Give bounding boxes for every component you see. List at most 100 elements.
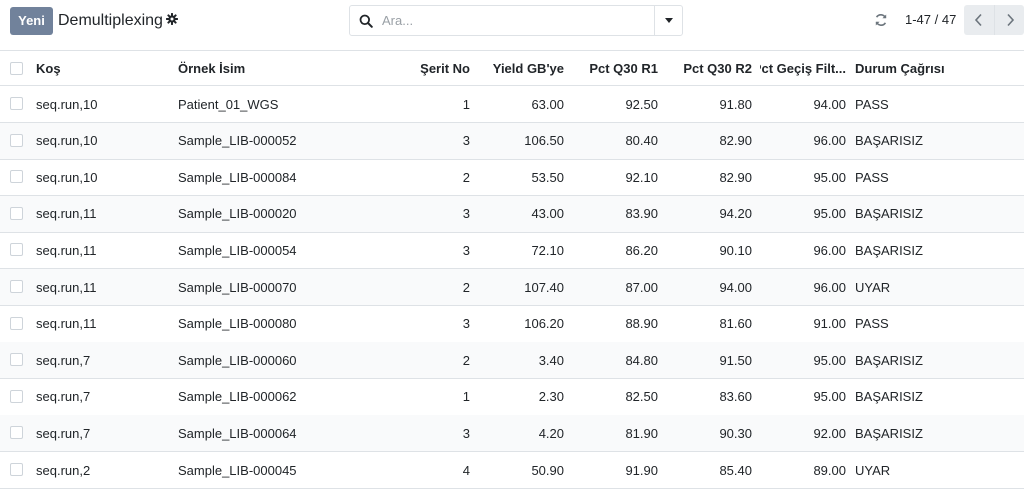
cell-sample: Patient_01_WGS bbox=[178, 96, 279, 112]
search-input[interactable] bbox=[382, 7, 652, 34]
cell-status: BAŞARISIZ bbox=[855, 206, 923, 222]
cell-yield: 106.20 bbox=[524, 316, 564, 332]
cell-yield: 2.30 bbox=[538, 389, 564, 405]
column-header-sample[interactable]: Örnek İsim bbox=[178, 51, 378, 85]
cell-q30-r2: 94.00 bbox=[719, 279, 752, 295]
column-header-pass-filter[interactable]: Pct Geçiş Filt... bbox=[760, 51, 846, 85]
pager-value[interactable]: 1-47 / 47 bbox=[905, 12, 956, 28]
cell-q30-r1: 92.10 bbox=[625, 169, 658, 185]
cell-q30-r1: 80.40 bbox=[625, 133, 658, 149]
cell-q30-r2: 82.90 bbox=[719, 133, 752, 149]
column-header-q30-r2[interactable]: Pct Q30 R2 bbox=[668, 51, 752, 85]
cell-status: BAŞARISIZ bbox=[855, 425, 923, 441]
cell-sample: Sample_LIB-000045 bbox=[178, 462, 297, 478]
row-checkbox[interactable] bbox=[10, 353, 23, 367]
cell-pf: 89.00 bbox=[813, 462, 846, 478]
cell-status: BAŞARISIZ bbox=[855, 133, 923, 149]
pager-next-button[interactable] bbox=[994, 5, 1024, 35]
page-title: Demultiplexing bbox=[58, 12, 163, 29]
cell-q30-r1: 87.00 bbox=[625, 279, 658, 295]
cell-q30-r2: 94.20 bbox=[719, 206, 752, 222]
table-row[interactable]: seq.run,10 Sample_LIB-000052 3 106.50 80.40 8… bbox=[0, 122, 1024, 160]
cell-lane: 3 bbox=[462, 206, 470, 222]
column-header-q30-r1[interactable]: Pct Q30 R1 bbox=[574, 51, 658, 85]
cell-pf: 92.00 bbox=[813, 425, 846, 441]
table-row[interactable]: seq.run,11 Sample_LIB-000080 3 106.20 88.90 8… bbox=[0, 306, 1024, 343]
new-button[interactable]: Yeni bbox=[10, 7, 53, 35]
table-row[interactable]: seq.run,7 Sample_LIB-000064 3 4.20 81.90 90.3… bbox=[0, 415, 1024, 453]
cell-pf: 95.00 bbox=[813, 169, 846, 185]
cell-q30-r1: 81.90 bbox=[625, 425, 658, 441]
cell-q30-r1: 83.90 bbox=[625, 206, 658, 222]
cell-q30-r1: 88.90 bbox=[625, 316, 658, 332]
cell-q30-r2: 81.60 bbox=[719, 316, 752, 332]
gear-icon[interactable] bbox=[166, 13, 178, 25]
cell-pf: 91.00 bbox=[813, 316, 846, 332]
row-checkbox[interactable] bbox=[10, 316, 23, 330]
table-row[interactable]: seq.run,11 Sample_LIB-000070 2 107.40 87.00 9… bbox=[0, 269, 1024, 306]
chevron-right-icon bbox=[1007, 13, 1015, 27]
cell-pf: 96.00 bbox=[813, 279, 846, 295]
row-checkbox[interactable] bbox=[10, 206, 23, 220]
cell-run: seq.run,7 bbox=[36, 389, 91, 405]
column-header-yield[interactable]: Yield GB'ye bbox=[480, 51, 564, 85]
table-row[interactable]: seq.run,10 Sample_LIB-000084 2 53.50 92.10 82… bbox=[0, 159, 1024, 197]
cell-pf: 95.00 bbox=[813, 352, 846, 368]
row-checkbox[interactable] bbox=[10, 389, 23, 403]
column-header-lane[interactable]: Şerit No bbox=[390, 51, 470, 85]
cell-lane: 3 bbox=[462, 316, 470, 332]
table-row[interactable]: seq.run,7 Sample_LIB-000060 2 3.40 84.80 91.5… bbox=[0, 342, 1024, 380]
cell-q30-r1: 91.90 bbox=[625, 462, 658, 478]
cell-q30-r1: 82.50 bbox=[625, 389, 658, 405]
cell-q30-r2: 83.60 bbox=[719, 389, 752, 405]
cell-pf: 95.00 bbox=[813, 389, 846, 405]
cell-q30-r2: 91.50 bbox=[719, 352, 752, 368]
cell-run: seq.run,7 bbox=[36, 352, 91, 368]
select-all-checkbox[interactable] bbox=[10, 62, 23, 75]
refresh-icon[interactable] bbox=[874, 13, 888, 27]
cell-lane: 1 bbox=[462, 96, 470, 112]
cell-lane: 3 bbox=[462, 133, 470, 149]
cell-status: UYAR bbox=[855, 462, 891, 478]
row-checkbox[interactable] bbox=[10, 463, 23, 476]
row-checkbox[interactable] bbox=[10, 426, 23, 440]
cell-run: seq.run,10 bbox=[36, 96, 98, 112]
cell-status: PASS bbox=[855, 169, 889, 185]
cell-run: seq.run,2 bbox=[36, 462, 91, 478]
table-header: Koş Örnek İsim Şerit No Yield GB'ye Pct … bbox=[0, 50, 1024, 86]
cell-yield: 53.50 bbox=[531, 169, 564, 185]
chevron-left-icon bbox=[974, 13, 982, 27]
cell-status: PASS bbox=[855, 316, 889, 332]
cell-run: seq.run,11 bbox=[36, 279, 97, 295]
column-header-run[interactable]: Koş bbox=[36, 51, 166, 85]
cell-pf: 96.00 bbox=[813, 133, 846, 149]
cell-status: BAŞARISIZ bbox=[855, 242, 923, 258]
cell-lane: 4 bbox=[462, 462, 470, 478]
table-row[interactable]: seq.run,11 Sample_LIB-000054 3 72.10 86.20 90… bbox=[0, 232, 1024, 270]
cell-sample: Sample_LIB-000064 bbox=[178, 425, 297, 441]
pager-previous-button[interactable] bbox=[964, 5, 994, 35]
cell-run: seq.run,7 bbox=[36, 425, 91, 441]
table-row[interactable]: seq.run,2 Sample_LIB-000045 4 50.90 91.90 85.… bbox=[0, 452, 1024, 489]
table-row[interactable]: seq.run,10 Patient_01_WGS 1 63.00 92.50 91.80… bbox=[0, 86, 1024, 123]
search-options-toggle[interactable] bbox=[654, 6, 682, 35]
chevron-down-icon bbox=[665, 18, 673, 23]
row-checkbox[interactable] bbox=[10, 97, 23, 110]
cell-sample: Sample_LIB-000062 bbox=[178, 389, 297, 405]
cell-yield: 63.00 bbox=[531, 96, 564, 112]
cell-sample: Sample_LIB-000080 bbox=[178, 316, 297, 332]
cell-q30-r2: 85.40 bbox=[719, 462, 752, 478]
cell-lane: 2 bbox=[462, 352, 470, 368]
cell-q30-r2: 82.90 bbox=[719, 169, 752, 185]
row-checkbox[interactable] bbox=[10, 243, 23, 257]
row-checkbox[interactable] bbox=[10, 170, 23, 184]
cell-yield: 50.90 bbox=[531, 462, 564, 478]
table-row[interactable]: seq.run,7 Sample_LIB-000062 1 2.30 82.50 83.6… bbox=[0, 379, 1024, 416]
column-header-status[interactable]: Durum Çağrısı bbox=[855, 51, 1005, 85]
row-checkbox[interactable] bbox=[10, 280, 23, 293]
row-checkbox[interactable] bbox=[10, 133, 23, 147]
cell-q30-r2: 90.30 bbox=[719, 425, 752, 441]
search-icon bbox=[359, 14, 373, 28]
table-row[interactable]: seq.run,11 Sample_LIB-000020 3 43.00 83.90 94… bbox=[0, 195, 1024, 233]
cell-sample: Sample_LIB-000054 bbox=[178, 242, 297, 258]
